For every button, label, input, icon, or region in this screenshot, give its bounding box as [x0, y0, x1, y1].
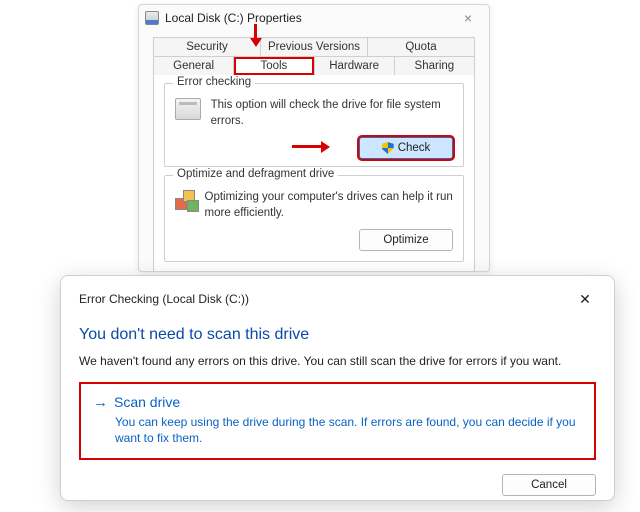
error-checking-dialog: Error Checking (Local Disk (C:)) ✕ You d… — [60, 275, 615, 501]
scan-drive-title: Scan drive — [114, 394, 180, 410]
errchk-heading: You don't need to scan this drive — [79, 326, 596, 344]
check-button[interactable]: Check — [359, 137, 453, 159]
tabs-area: Security Previous Versions Quota General… — [139, 31, 489, 272]
tabs-row-1: Security Previous Versions Quota — [153, 37, 475, 56]
button-row: Check — [175, 137, 453, 159]
group-row: Optimizing your computer's drives can he… — [175, 190, 453, 221]
properties-title: Local Disk (C:) Properties — [165, 11, 453, 25]
tabs-row-2: General Tools Hardware Sharing — [153, 56, 475, 75]
group-error-checking: Error checking This option will check th… — [164, 83, 464, 167]
properties-titlebar: Local Disk (C:) Properties × — [139, 5, 489, 31]
group-optimize: Optimize and defragment drive Optimizing… — [164, 175, 464, 262]
tab-security[interactable]: Security — [153, 37, 261, 56]
properties-window: Local Disk (C:) Properties × Security Pr… — [138, 4, 490, 272]
close-icon[interactable]: ✕ — [574, 291, 596, 308]
close-icon[interactable]: × — [453, 10, 483, 26]
tab-sharing[interactable]: Sharing — [394, 56, 475, 75]
tab-tools[interactable]: Tools — [233, 56, 314, 75]
dialog-footer: Cancel — [79, 474, 596, 496]
errchk-titlebar: Error Checking (Local Disk (C:)) ✕ — [79, 288, 596, 310]
tab-quota[interactable]: Quota — [367, 37, 475, 56]
optimize-desc: Optimizing your computer's drives can he… — [205, 190, 453, 221]
group-row: This option will check the drive for fil… — [175, 98, 453, 129]
tab-general[interactable]: General — [153, 56, 234, 75]
scan-drive-desc: You can keep using the drive during the … — [93, 414, 582, 446]
drive-icon — [145, 11, 159, 25]
cancel-button[interactable]: Cancel — [502, 474, 596, 496]
optimize-button[interactable]: Optimize — [359, 229, 453, 251]
arrow-right-icon: → — [93, 395, 108, 410]
tab-hardware[interactable]: Hardware — [314, 56, 395, 75]
tab-previous-versions[interactable]: Previous Versions — [260, 37, 368, 56]
scan-drive-option[interactable]: → Scan drive You can keep using the driv… — [79, 382, 596, 460]
defrag-icon — [175, 190, 195, 214]
errchk-title: Error Checking (Local Disk (C:)) — [79, 292, 574, 306]
scan-drive-title-row: → Scan drive — [93, 394, 582, 410]
button-row: Optimize — [175, 229, 453, 251]
shield-icon — [382, 142, 394, 154]
group-legend-error-checking: Error checking — [173, 76, 255, 88]
error-checking-desc: This option will check the drive for fil… — [211, 98, 453, 129]
errchk-body: We haven't found any errors on this driv… — [79, 354, 596, 368]
check-button-label: Check — [398, 142, 431, 154]
tabs-body: Error checking This option will check th… — [153, 74, 475, 272]
hard-drive-icon — [175, 98, 201, 120]
group-legend-optimize: Optimize and defragment drive — [173, 168, 338, 180]
